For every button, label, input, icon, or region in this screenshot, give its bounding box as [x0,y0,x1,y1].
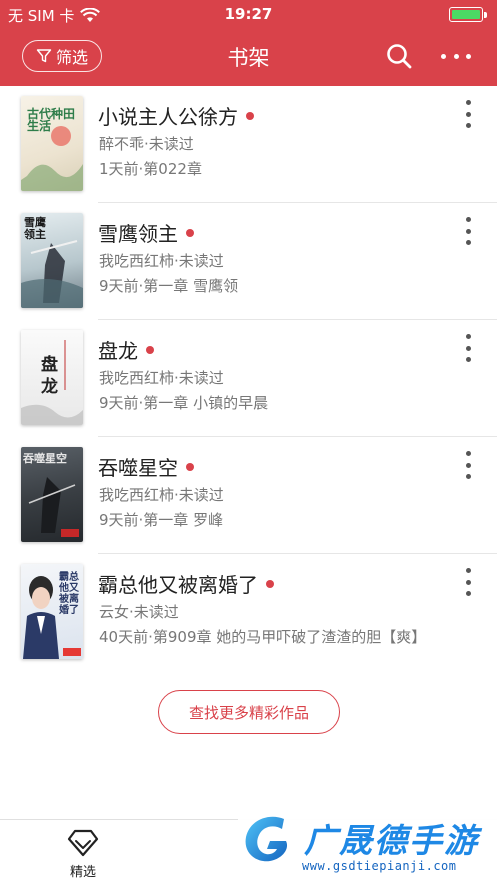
status-bar: 无 SIM 卡 19:27 [0,0,497,30]
kebab-dot-icon [465,591,471,596]
cover-title-text: 古代种田生活 [27,107,76,133]
more-dot-icon [441,53,446,59]
book-menu-button[interactable] [461,451,475,479]
book-cover[interactable]: 盘龙 [21,330,83,425]
watermark-overlay: 广晟德手游 www.gsdtiepianji.com [238,806,497,883]
watermark-url: www.gsdtiepianji.com [302,859,457,873]
search-icon [387,44,412,69]
unread-dot-icon [186,228,194,237]
book-menu-button[interactable] [461,334,475,362]
book-title-text: 小说主人公徐方 [98,105,238,129]
book-latest-chapter: 1天前·第022章 [99,160,202,178]
unread-dot-icon [246,111,254,120]
kebab-dot-icon [465,462,471,468]
book-title: 小说主人公徐方 [98,101,254,130]
tab-featured[interactable]: 精选 [54,828,112,880]
book-title-text: 雪鹰领主 [98,222,178,246]
unread-dot-icon [146,345,154,354]
book-title-text: 盘龙 [98,339,138,363]
book-author-status: 我吃西红柿·未读过 [99,252,224,270]
kebab-dot-icon [465,100,471,105]
book-title: 霸总他又被离婚了 [98,569,274,598]
kebab-dot-icon [465,357,471,362]
kebab-dot-icon [465,111,471,117]
more-options-button[interactable] [441,44,471,68]
page-title: 书架 [227,46,270,70]
cover-title-text: 吞噬星空 [23,452,67,465]
book-menu-button[interactable] [461,217,475,245]
book-latest-chapter: 9天前·第一章 罗峰 [99,511,224,529]
book-title: 盘龙 [98,335,154,364]
book-title-text: 吞噬星空 [98,456,178,480]
book-title: 吞噬星空 [98,452,194,481]
kebab-dot-icon [465,123,471,128]
watermark-brand: 广晟德手游 [304,821,479,860]
kebab-dot-icon [465,345,471,351]
book-author-status: 醉不乖·未读过 [99,135,194,153]
battery-level-fill [452,10,480,19]
cover-title-text: 盘龙 [41,355,58,397]
status-time: 19:27 [224,5,273,23]
book-latest-chapter: 9天前·第一章 雪鹰领 [99,277,239,295]
nav-bar: 筛选 书架 [0,30,497,86]
search-button[interactable] [385,42,413,70]
cover-title-text: 雪鹰领主 [24,216,46,241]
kebab-dot-icon [465,334,471,339]
more-dot-icon [453,53,459,59]
book-title: 雪鹰领主 [98,218,194,247]
book-latest-chapter: 40天前·第909章 她的马甲吓破了渣渣的胆【爽】 [99,628,427,646]
kebab-dot-icon [465,451,471,456]
unread-dot-icon [266,579,274,588]
book-menu-button[interactable] [461,568,475,596]
book-row[interactable]: 霸总他又被离婚了 霸总他又被离婚了 云女·未读过 40天前·第909章 她的马甲… [0,554,497,671]
book-row[interactable]: 吞噬星空 吞噬星空 我吃西红柿·未读过 9天前·第一章 罗峰 [0,437,497,554]
kebab-dot-icon [465,474,471,479]
unread-dot-icon [186,462,194,471]
book-row[interactable]: 雪鹰领主 雪鹰领主 我吃西红柿·未读过 9天前·第一章 雪鹰领 [0,203,497,320]
diamond-icon [67,829,99,857]
book-cover[interactable]: 雪鹰领主 [21,213,83,308]
book-cover[interactable]: 霸总他又被离婚了 [21,564,83,659]
kebab-dot-icon [465,240,471,245]
battery-icon [449,7,487,22]
watermark-logo-icon [245,816,288,862]
kebab-dot-icon [465,228,471,234]
book-cover[interactable]: 吞噬星空 [21,447,83,542]
book-author-status: 我吃西红柿·未读过 [99,369,224,387]
book-author-status: 我吃西红柿·未读过 [99,486,224,504]
battery-nub [484,12,487,18]
book-menu-button[interactable] [461,100,475,128]
more-dot-icon [466,53,471,59]
kebab-dot-icon [465,568,471,573]
book-row[interactable]: 盘龙 盘龙 我吃西红柿·未读过 9天前·第一章 小镇的早晨 [0,320,497,437]
book-cover[interactable]: 古代种田生活 [21,96,83,191]
book-author-status: 云女·未读过 [99,603,179,621]
bookshelf-list: 古代种田生活 小说主人公徐方 醉不乖·未读过 1天前·第022章 雪鹰领主 雪鹰… [0,86,497,671]
cover-title-text: 霸总他又被离婚了 [59,572,79,616]
book-latest-chapter: 9天前·第一章 小镇的早晨 [99,394,269,412]
tab-featured-label: 精选 [69,865,96,880]
kebab-dot-icon [465,217,471,222]
find-more-button[interactable]: 查找更多精彩作品 [158,690,340,734]
book-title-text: 霸总他又被离婚了 [98,573,258,597]
book-row[interactable]: 古代种田生活 小说主人公徐方 醉不乖·未读过 1天前·第022章 [0,86,497,203]
kebab-dot-icon [465,579,471,585]
